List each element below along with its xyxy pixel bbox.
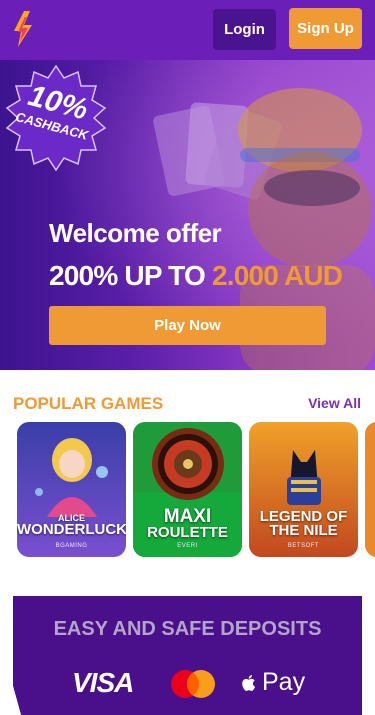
- game-card-alice-wonderluck[interactable]: ALICE WONDERLUCK BGAMING: [17, 422, 126, 557]
- visa-logo: VISA: [72, 667, 134, 698]
- apple-icon: [242, 674, 256, 691]
- game-title: ALICE WONDERLUCK: [17, 514, 126, 537]
- game-card-legend-of-the-nile[interactable]: LEGEND OF THE NILE BETSOFT: [249, 422, 358, 557]
- popular-games-title: POPULAR GAMES: [13, 394, 164, 413]
- mastercard-icon: [171, 670, 215, 698]
- games-carousel[interactable]: ALICE WONDERLUCK BGAMING MAXI ROULETTE E…: [17, 422, 375, 558]
- offer-prefix: 200% UP TO: [49, 260, 206, 291]
- game-title-line2: THE NILE: [269, 522, 338, 540]
- play-now-button[interactable]: Play Now: [49, 306, 326, 345]
- offer-amount: 2.000 AUD: [211, 260, 343, 291]
- game-provider: EVERI: [177, 543, 198, 549]
- game-title: MAXI ROULETTE: [133, 507, 242, 542]
- apple-pay-logo: Pay: [240, 668, 305, 697]
- hero-banner: 10% CASHBACK Welcome offer 200% UP TO 2.…: [0, 60, 375, 370]
- sign-up-button[interactable]: Sign Up: [289, 8, 362, 49]
- game-card-partial[interactable]: [365, 422, 375, 557]
- view-all-link[interactable]: View All: [308, 395, 361, 411]
- game-title: LEGEND OF THE NILE: [249, 509, 358, 540]
- game-title-line2: ROULETTE: [147, 524, 228, 542]
- brand-logo-icon[interactable]: [10, 9, 36, 49]
- game-title-line2: WONDERLUCK: [17, 520, 126, 538]
- deposits-title: EASY AND SAFE DEPOSITS: [53, 618, 322, 640]
- game-provider: BETSOFT: [287, 543, 320, 549]
- game-provider: BGAMING: [55, 543, 88, 549]
- apple-pay-label: Pay: [262, 668, 306, 696]
- welcome-offer-title: Welcome offer: [49, 218, 222, 248]
- top-header: Login Sign Up: [0, 0, 375, 60]
- login-button[interactable]: Login: [213, 9, 276, 50]
- offer-text: 200% UP TO 2.000 AUD: [49, 260, 343, 292]
- game-card-maxi-roulette[interactable]: MAXI ROULETTE EVERI: [133, 422, 242, 557]
